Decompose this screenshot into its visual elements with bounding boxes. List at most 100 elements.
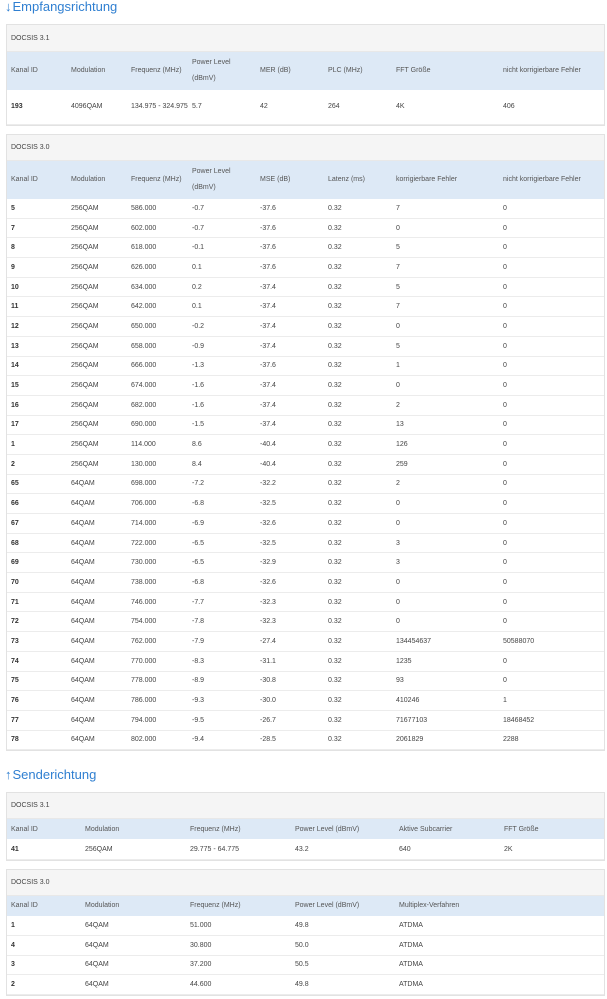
- table-cell: 14: [7, 356, 67, 377]
- table-cell: -32.3: [256, 611, 324, 633]
- table-cell: 74: [7, 651, 67, 672]
- table-cell: 50.0: [291, 935, 395, 956]
- table-cell: 50588070: [499, 631, 604, 652]
- table-cell: -0.1: [188, 237, 256, 259]
- table-cell: 256QAM: [67, 454, 127, 475]
- table-cell: 5: [392, 237, 499, 259]
- column-header: Power Level (dBmV): [188, 52, 256, 90]
- table-cell: 0.32: [324, 198, 392, 219]
- table-cell: 64QAM: [67, 710, 127, 731]
- table-cell: 4096QAM: [67, 90, 127, 125]
- table-cell: -37.6: [256, 237, 324, 259]
- table-cell: 746.000: [127, 592, 188, 613]
- table-cell: 130.000: [127, 454, 188, 475]
- table-cell: -1.3: [188, 356, 256, 377]
- column-header: PLC (MHz): [324, 52, 392, 90]
- column-header: Modulation: [67, 160, 127, 199]
- table-cell: 259: [392, 454, 499, 475]
- table-cell: 0.32: [324, 296, 392, 318]
- table-cell: 73: [7, 631, 67, 652]
- table-cell: 770.000: [127, 651, 188, 672]
- table-cell: 256QAM: [67, 375, 127, 396]
- table-cell: 0: [499, 237, 604, 259]
- table-cell: 64QAM: [67, 474, 127, 495]
- table-cell: 0.32: [324, 513, 392, 534]
- table-row: 66 64QAM 706.000 -6.8 -32.5 0.32 0 0: [7, 493, 604, 514]
- table-cell: 634.000: [127, 277, 188, 298]
- table-cell: 77: [7, 710, 67, 731]
- table-cell: 256QAM: [67, 316, 127, 337]
- table-cell: -28.5: [256, 730, 324, 751]
- table-cell: 0.2: [188, 277, 256, 298]
- table-row: 78 64QAM 802.000 -9.4 -28.5 0.32 2061829 2288: [7, 730, 604, 751]
- table-cell: 64QAM: [67, 572, 127, 593]
- table-cell: -26.7: [256, 710, 324, 731]
- table-cell: 126: [392, 434, 499, 455]
- column-header: Kanal ID: [7, 895, 81, 916]
- table-cell: -32.2: [256, 474, 324, 495]
- table-cell: 0: [499, 395, 604, 416]
- table-cell: 7: [392, 257, 499, 278]
- table-cell: 0.32: [324, 671, 392, 692]
- table-cell: -7.8: [188, 611, 256, 633]
- table-cell: -32.6: [256, 513, 324, 534]
- table-cell: -7.7: [188, 592, 256, 613]
- table-cell: 256QAM: [67, 198, 127, 219]
- table-cell: -0.7: [188, 198, 256, 219]
- table-cell: 44.600: [186, 974, 291, 995]
- table-cell: 0: [499, 474, 604, 495]
- table-cell: 0.32: [324, 631, 392, 652]
- upstream-heading: ↑Senderichtung: [0, 768, 607, 782]
- table-cell: 10: [7, 277, 67, 298]
- table-cell: 256QAM: [67, 415, 127, 436]
- upstream-docsis30-table: Kanal ID Modulation Frequenz (MHz) Power Le…: [7, 895, 604, 995]
- table-cell: 0: [392, 572, 499, 593]
- table-cell: 49.8: [291, 915, 395, 936]
- table-cell: 0: [499, 296, 604, 318]
- table-cell: 0: [499, 198, 604, 219]
- table-cell: 0.32: [324, 552, 392, 574]
- table-cell: 70: [7, 572, 67, 593]
- page: ↓Empfangsrichtung DOCSIS 3.1 Kanal ID Mod…: [0, 0, 607, 996]
- table-cell: -40.4: [256, 434, 324, 455]
- table-cell: 738.000: [127, 572, 188, 593]
- table-cell: 0.32: [324, 257, 392, 278]
- table-row: 17 256QAM 690.000 -1.5 -37.4 0.32 13 0: [7, 415, 604, 436]
- table-cell: 69: [7, 552, 67, 574]
- table-cell: 0: [392, 592, 499, 613]
- table-cell: 72: [7, 611, 67, 633]
- table-row: 65 64QAM 698.000 -7.2 -32.2 0.32 2 0: [7, 474, 604, 495]
- upstream-docsis30-label: DOCSIS 3.0: [7, 869, 604, 896]
- upstream-docsis31-table: Kanal ID Modulation Frequenz (MHz) Power Le…: [7, 819, 604, 860]
- table-cell: -37.6: [256, 257, 324, 278]
- table-row: 73 64QAM 762.000 -7.9 -27.4 0.32 134454637 5058…: [7, 631, 604, 652]
- table-cell: 2: [7, 974, 81, 995]
- table-cell: 2: [7, 454, 67, 475]
- column-header: Multiplex-Verfahren: [395, 895, 604, 916]
- table-cell: 16: [7, 395, 67, 416]
- table-cell: 0: [499, 533, 604, 554]
- table-cell: 1: [499, 690, 604, 711]
- table-cell: 5: [392, 277, 499, 298]
- table-row: 9 256QAM 626.000 0.1 -37.6 0.32 7 0: [7, 257, 604, 278]
- table-cell: 0: [499, 356, 604, 377]
- column-header: Frequenz (MHz): [127, 52, 188, 90]
- table-cell: 0: [499, 592, 604, 613]
- column-header: Frequenz (MHz): [186, 895, 291, 916]
- table-row: 74 64QAM 770.000 -8.3 -31.1 0.32 1235 0: [7, 651, 604, 672]
- table-cell: 8.6: [188, 434, 256, 455]
- table-cell: -37.4: [256, 415, 324, 436]
- table-cell: 778.000: [127, 671, 188, 692]
- table-cell: 650.000: [127, 316, 188, 337]
- table-cell: -6.8: [188, 572, 256, 593]
- column-header: korrigierbare Fehler: [392, 160, 499, 199]
- column-header: nicht korrigierbare Fehler: [499, 52, 604, 90]
- table-cell: 134454637: [392, 631, 499, 652]
- table-row: 193 4096QAM 134.975 - 324.975 5.7 42 264 4K 406: [7, 90, 604, 125]
- table-cell: 0: [392, 218, 499, 239]
- table-cell: 1: [7, 434, 67, 455]
- table-cell: 0.32: [324, 474, 392, 495]
- table-cell: 0.32: [324, 336, 392, 357]
- table-row: 1 64QAM 51.000 49.8 ATDMA: [7, 915, 604, 936]
- table-cell: 0: [392, 375, 499, 396]
